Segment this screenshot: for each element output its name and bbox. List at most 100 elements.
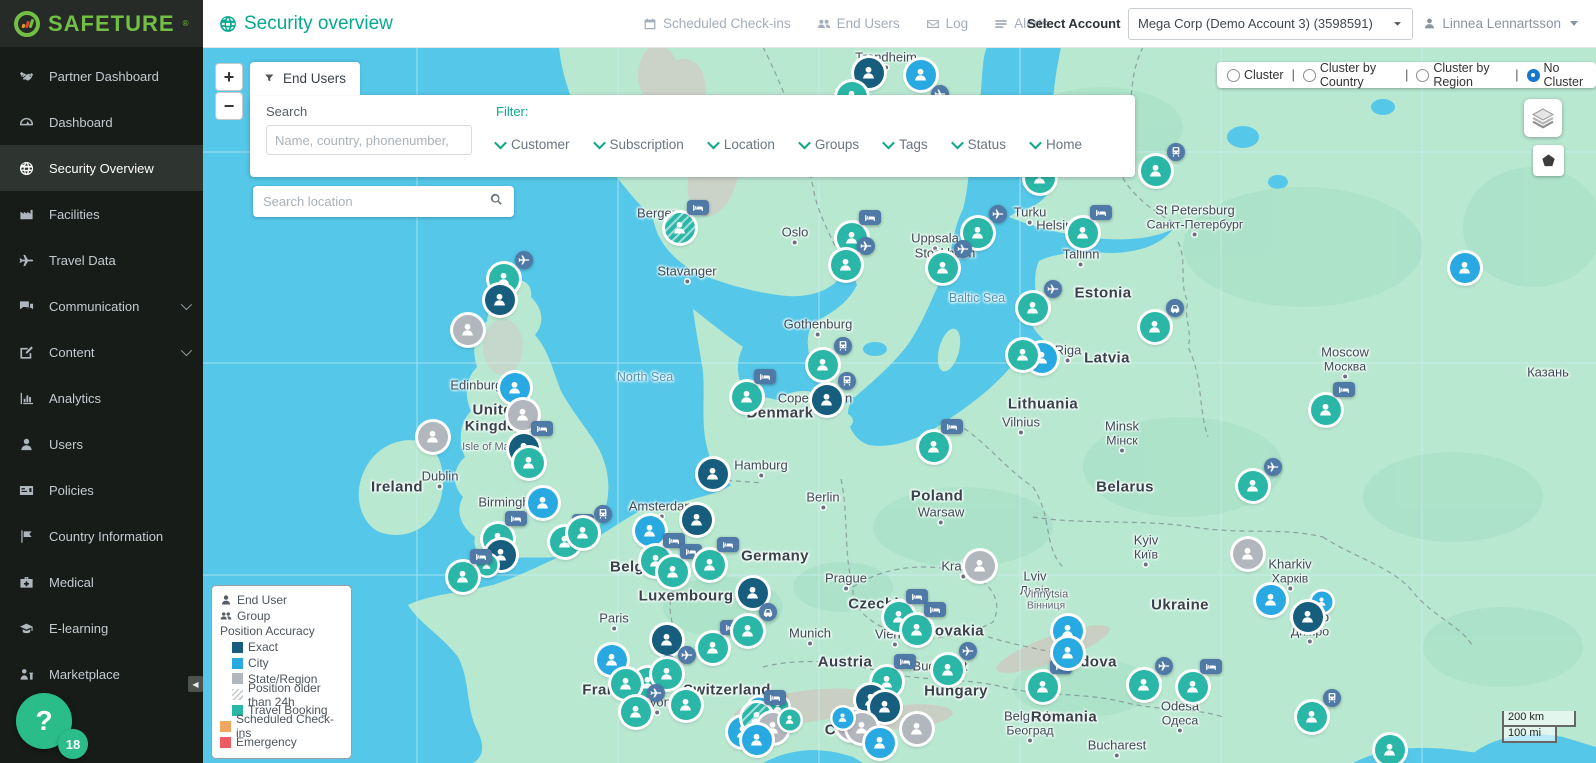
end-user-marker[interactable] — [742, 725, 772, 755]
end-user-marker[interactable] — [808, 350, 838, 380]
sidebar-item-users[interactable]: Users — [0, 421, 203, 467]
end-user-marker[interactable] — [652, 625, 682, 655]
end-user-marker[interactable] — [965, 551, 995, 581]
end-user-marker[interactable] — [1141, 156, 1171, 186]
end-user-marker[interactable] — [732, 382, 762, 412]
zoom-out-button[interactable]: − — [215, 92, 243, 120]
end-user-marker[interactable] — [485, 285, 515, 315]
end-user-marker[interactable] — [919, 432, 949, 462]
radio-icon[interactable] — [1416, 69, 1429, 82]
end-user-marker[interactable] — [1375, 735, 1405, 763]
cluster-option-cluster-by-country[interactable]: Cluster by Country — [1303, 61, 1397, 89]
end-user-marker[interactable] — [870, 692, 900, 722]
sidebar-item-country-information[interactable]: Country Information — [0, 513, 203, 559]
radio-icon[interactable] — [1227, 69, 1240, 82]
filter-dropdown-status[interactable]: Status — [953, 137, 1006, 152]
filter-dropdown-customer[interactable]: Customer — [496, 137, 570, 152]
end-user-marker[interactable] — [698, 633, 728, 663]
user-menu[interactable]: Linnea Lennartsson — [1423, 16, 1578, 31]
end-user-marker[interactable] — [635, 516, 665, 546]
sidebar-item-travel-data[interactable]: Travel Data — [0, 237, 203, 283]
cluster-option-cluster-by-region[interactable]: Cluster by Region — [1416, 61, 1507, 89]
tab-end-users[interactable]: End Users — [250, 62, 360, 95]
cluster-option-cluster[interactable]: Cluster — [1227, 68, 1284, 82]
end-user-marker[interactable] — [682, 505, 712, 535]
safeture-logo[interactable]: SAFETURE ® — [0, 0, 203, 47]
end-user-marker[interactable] — [831, 250, 861, 280]
end-user-marker[interactable] — [780, 710, 801, 731]
end-user-marker[interactable] — [928, 253, 958, 283]
end-user-marker[interactable] — [1008, 340, 1038, 370]
end-user-marker[interactable] — [698, 459, 728, 489]
end-user-marker[interactable] — [453, 315, 483, 345]
sidebar-item-partner-dashboard[interactable]: Partner Dashboard — [0, 53, 203, 99]
end-user-marker[interactable] — [448, 562, 478, 592]
end-user-marker[interactable] — [1311, 395, 1341, 425]
layers-button[interactable] — [1524, 99, 1562, 137]
end-user-marker[interactable] — [906, 60, 936, 90]
draw-polygon-button[interactable] — [1533, 145, 1564, 176]
search-input[interactable] — [266, 125, 472, 155]
end-user-marker[interactable] — [695, 550, 725, 580]
end-user-marker[interactable] — [658, 557, 688, 587]
filter-dropdown-groups[interactable]: Groups — [800, 137, 859, 152]
end-user-marker[interactable] — [500, 373, 530, 403]
radio-icon[interactable] — [1527, 69, 1540, 82]
sidebar-item-policies[interactable]: Policies — [0, 467, 203, 513]
radio-icon[interactable] — [1303, 69, 1316, 82]
end-user-marker[interactable] — [812, 385, 842, 415]
map[interactable]: TrondheimBergenOsloStavangerUppsalaStock… — [203, 47, 1596, 763]
end-user-marker[interactable] — [1233, 539, 1263, 569]
sidebar-item-facilities[interactable]: Facilities — [0, 191, 203, 237]
zoom-in-button[interactable]: + — [215, 63, 243, 91]
end-user-marker[interactable] — [902, 714, 932, 744]
end-user-marker[interactable] — [1178, 672, 1208, 702]
end-user-marker[interactable] — [621, 697, 651, 727]
end-user-marker[interactable] — [514, 448, 544, 478]
end-user-marker[interactable] — [1053, 638, 1083, 668]
sidebar-item-security-overview[interactable]: Security Overview — [0, 145, 203, 191]
sidebar-collapse-button[interactable]: ◀ — [188, 676, 203, 692]
sidebar-item-label: Country Information — [49, 529, 189, 544]
end-user-marker[interactable] — [833, 708, 854, 729]
header-nav-end-users[interactable]: End Users — [817, 16, 900, 31]
account-select[interactable]: Mega Corp (Demo Account 3) (3598591) — [1128, 8, 1413, 40]
end-user-marker[interactable] — [611, 669, 641, 699]
filter-dropdown-tags[interactable]: Tags — [884, 137, 928, 152]
end-user-marker[interactable] — [1297, 702, 1327, 732]
end-user-marker[interactable] — [568, 518, 598, 548]
end-user-marker[interactable] — [671, 690, 701, 720]
filter-dropdown-home[interactable]: Home — [1031, 137, 1082, 152]
end-user-marker[interactable] — [665, 213, 695, 243]
end-user-marker[interactable] — [1018, 293, 1048, 323]
end-user-marker[interactable] — [1140, 312, 1170, 342]
end-user-marker[interactable] — [1129, 670, 1159, 700]
cluster-option-no-cluster[interactable]: No Cluster — [1527, 61, 1586, 89]
end-user-marker[interactable] — [1238, 471, 1268, 501]
end-user-marker[interactable] — [418, 422, 448, 452]
end-user-marker[interactable] — [1028, 672, 1058, 702]
sidebar-item-marketplace[interactable]: Marketplace — [0, 651, 203, 697]
end-user-marker[interactable] — [1293, 602, 1323, 632]
location-search-input[interactable] — [253, 194, 489, 209]
end-user-marker[interactable] — [902, 615, 932, 645]
end-user-marker[interactable] — [1068, 218, 1098, 248]
sidebar-item-analytics[interactable]: Analytics — [0, 375, 203, 421]
end-user-marker[interactable] — [865, 728, 895, 758]
header-nav-scheduled-check-ins[interactable]: Scheduled Check-ins — [643, 16, 791, 31]
sidebar-item-medical[interactable]: Medical — [0, 559, 203, 605]
help-widget[interactable]: ? 18 — [16, 693, 72, 749]
end-user-marker[interactable] — [1256, 585, 1286, 615]
end-user-marker[interactable] — [1450, 253, 1480, 283]
sidebar-item-communication[interactable]: Communication — [0, 283, 203, 329]
header-nav-log[interactable]: Log — [926, 16, 969, 31]
end-user-marker[interactable] — [733, 616, 763, 646]
sidebar-item-content[interactable]: Content — [0, 329, 203, 375]
sidebar-item-e-learning[interactable]: E-learning — [0, 605, 203, 651]
filter-dropdown-subscription[interactable]: Subscription — [595, 137, 684, 152]
sidebar-item-dashboard[interactable]: Dashboard — [0, 99, 203, 145]
end-user-marker[interactable] — [528, 488, 558, 518]
filter-dropdown-location[interactable]: Location — [709, 137, 775, 152]
end-user-marker[interactable] — [933, 655, 963, 685]
search-icon[interactable] — [489, 192, 514, 212]
